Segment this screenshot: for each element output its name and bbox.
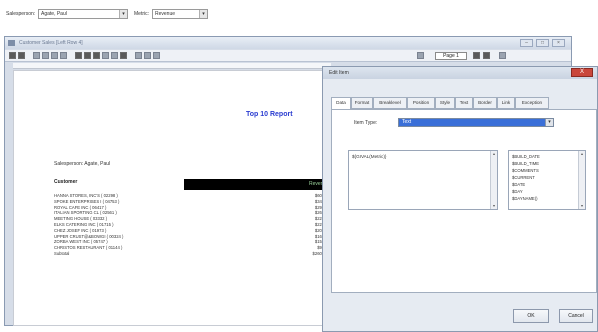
window-title-bar[interactable]: Customer Sales [Left Row 4] – □ × xyxy=(5,37,571,49)
list-item[interactable]: $BUILD_TIME xyxy=(512,161,539,166)
cut-icon[interactable] xyxy=(33,52,40,59)
salesperson-label: Salesperson: xyxy=(6,11,36,17)
minimize-icon[interactable]: – xyxy=(520,39,533,47)
report-title[interactable]: Top 10 Report xyxy=(246,111,293,118)
tab-link[interactable]: Link xyxy=(497,97,515,109)
tab-format[interactable]: Format xyxy=(351,97,373,109)
first-page-icon[interactable] xyxy=(417,52,424,59)
fields-list[interactable]: $BUILD_DATE $BUILD_TIME $COMMENTS $CURRE… xyxy=(508,150,586,210)
item-type-value: Text xyxy=(402,119,412,125)
item-type-select[interactable]: Text ▾ xyxy=(398,118,554,127)
zoom-icon[interactable] xyxy=(499,52,506,59)
align-left-icon[interactable] xyxy=(135,52,142,59)
format-icon[interactable] xyxy=(120,52,127,59)
delete-icon[interactable] xyxy=(60,52,67,59)
revenue-header[interactable]: Revenue xyxy=(184,179,332,190)
list-item[interactable]: $DAY xyxy=(512,189,523,194)
list-item[interactable]: $CURRENT xyxy=(512,175,535,180)
copy-icon[interactable] xyxy=(42,52,49,59)
report-page: Top 10 Report Salesperson: Agate, Paul C… xyxy=(13,70,332,326)
metric-value: Revenue xyxy=(155,11,176,17)
scroll-up-icon[interactable]: ▴ xyxy=(491,151,497,157)
designer-toolbar: Page 1 xyxy=(5,50,571,62)
cancel-button[interactable]: Cancel xyxy=(559,309,593,323)
italic-icon[interactable] xyxy=(84,52,91,59)
tab-border[interactable]: Border xyxy=(473,97,497,109)
maximize-icon[interactable]: □ xyxy=(536,39,549,47)
print-icon[interactable] xyxy=(18,52,25,59)
last-page-icon[interactable] xyxy=(483,52,490,59)
align-right-icon[interactable] xyxy=(153,52,160,59)
tab-style[interactable]: Style xyxy=(435,97,455,109)
salesperson-select[interactable]: Agate, Paul ▾ xyxy=(38,9,128,19)
chevron-down-icon[interactable]: ▾ xyxy=(199,10,207,18)
list-item[interactable]: $DATE xyxy=(512,182,525,187)
edit-item-dialog: Edit Item X Data Format Breaklevel Posit… xyxy=(322,66,598,332)
dialog-tabs: Data Format Breaklevel Position Style Te… xyxy=(331,97,597,110)
filter-bar: Salesperson: Agate, Paul ▾ Metric: Reven… xyxy=(0,0,598,28)
scroll-down-icon[interactable]: ▾ xyxy=(579,203,585,209)
tab-exception[interactable]: Exception xyxy=(515,97,549,109)
expression-textarea[interactable]: ${GIVAL(Metric)} ▴ ▾ xyxy=(348,150,498,210)
page-number-box[interactable]: Page 1 xyxy=(435,52,467,60)
close-icon[interactable]: × xyxy=(552,39,565,47)
metric-label: Metric: xyxy=(134,11,149,17)
list-item[interactable]: $BUILD_DATE xyxy=(512,154,540,159)
fields-scrollbar[interactable]: ▴ ▾ xyxy=(578,151,585,209)
salesperson-value: Agate, Paul xyxy=(41,11,67,17)
tab-text[interactable]: Text xyxy=(455,97,473,109)
app-icon xyxy=(8,40,15,46)
fill-color-icon[interactable] xyxy=(111,52,118,59)
horizontal-ruler xyxy=(13,63,331,69)
dialog-title: Edit Item xyxy=(329,70,349,76)
scroll-down-icon[interactable]: ▾ xyxy=(491,203,497,209)
subtotal-row[interactable]: Subtotal$2600.21 xyxy=(54,251,332,257)
save-icon[interactable] xyxy=(9,52,16,59)
expression-text: ${GIVAL(Metric)} xyxy=(352,154,387,159)
subtotal-label: Subtotal xyxy=(54,250,70,256)
expression-scrollbar[interactable]: ▴ ▾ xyxy=(490,151,497,209)
paste-icon[interactable] xyxy=(51,52,58,59)
align-center-icon[interactable] xyxy=(144,52,151,59)
item-type-label: Item Type: xyxy=(354,120,378,126)
tab-position[interactable]: Position xyxy=(407,97,435,109)
report-rows: HANNA STORES, INC'S ( 02298 )$600.96 SPO… xyxy=(54,193,332,257)
bold-icon[interactable] xyxy=(75,52,82,59)
metric-select[interactable]: Revenue ▾ xyxy=(152,9,208,19)
salesperson-line[interactable]: Salesperson: Agate, Paul xyxy=(54,161,110,167)
dialog-title-bar[interactable]: Edit Item X xyxy=(323,67,597,79)
scroll-up-icon[interactable]: ▴ xyxy=(579,151,585,157)
window-title: Customer Sales [Left Row 4] xyxy=(19,40,83,46)
chevron-down-icon[interactable]: ▾ xyxy=(119,10,127,18)
close-button[interactable]: X xyxy=(571,68,593,77)
list-item[interactable]: $COMMENTS xyxy=(512,168,539,173)
data-tab-panel: Item Type: Text ▾ ${GIVAL(Metric)} ▴ ▾ $… xyxy=(331,109,597,293)
font-color-icon[interactable] xyxy=(102,52,109,59)
underline-icon[interactable] xyxy=(93,52,100,59)
list-item[interactable]: $DAYNAME() xyxy=(512,196,538,201)
tab-breaklevel[interactable]: Breaklevel xyxy=(373,97,407,109)
customer-header[interactable]: Customer xyxy=(54,179,77,185)
ok-button[interactable]: OK xyxy=(513,309,549,323)
chevron-down-icon[interactable]: ▾ xyxy=(545,119,553,126)
next-page-icon[interactable] xyxy=(473,52,480,59)
